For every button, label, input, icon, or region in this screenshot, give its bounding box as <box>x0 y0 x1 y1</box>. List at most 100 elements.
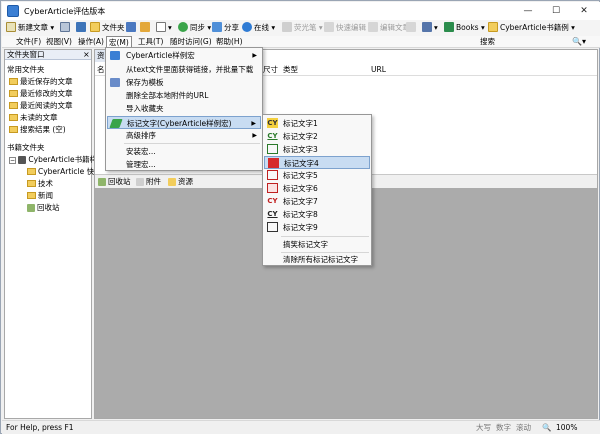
close-button[interactable]: ✕ <box>570 4 598 18</box>
new-article-button[interactable]: 新建文章 ▾ <box>6 21 54 35</box>
search-icon[interactable]: 🔍▾ <box>572 37 586 46</box>
menu-item-import-favorites[interactable]: 导入收藏夹 <box>107 102 261 115</box>
library-icon[interactable] <box>76 21 88 35</box>
search-label: 搜索 <box>480 37 495 46</box>
tree-item[interactable]: CyberArticle 快 <box>27 166 94 177</box>
list-item[interactable]: 最近保存的文章 <box>9 76 73 87</box>
menu-item-mark-8[interactable]: CY 标记文字8 <box>264 208 370 221</box>
page-icon[interactable] <box>406 21 418 35</box>
mark-9-icon <box>267 222 278 232</box>
toolbar: 新建文章 ▾ 文件夹 ▾ 同步 ▾ 分享 在线 ▾ 荧光笔 ▾ 快速编辑 编辑文… <box>2 20 600 36</box>
mark-8-icon: CY <box>267 210 278 218</box>
book-selector[interactable]: CyberArticle书籍例 ▾ <box>488 21 575 35</box>
mark-1-icon: CY <box>267 118 278 128</box>
list-item[interactable]: 搜索结果 (空) <box>9 124 66 135</box>
menu-bar: 文件(F) 视图(V) 操作(A) 宏(M) 工具(T) 随时访问(G) 帮助(… <box>2 36 600 48</box>
menu-item-mark-3[interactable]: 标记文字3 <box>264 143 370 156</box>
tools-icon[interactable]: ▾ <box>422 21 438 35</box>
menu-file[interactable]: 文件(F) <box>14 36 43 48</box>
tree-item[interactable]: 技术 <box>27 178 53 189</box>
list-item[interactable]: 最近阅读的文章 <box>9 100 73 111</box>
menu-item-funny-mark[interactable]: 搞笑标记文字 <box>264 238 370 251</box>
folder-icon <box>27 192 36 199</box>
tab-resources[interactable]: 资源 <box>165 176 196 188</box>
mark-6-icon <box>267 183 278 193</box>
edit-icon[interactable]: ▾ <box>156 21 172 35</box>
status-bar: For Help, press F1 大写 数字 滚动 🔍 100% <box>2 420 600 434</box>
menu-item-import-links[interactable]: 从text文件里面获得链接，并批量下载 <box>107 63 261 76</box>
mark-5-icon <box>267 170 278 180</box>
mark-4-icon <box>268 158 279 168</box>
col-type[interactable]: 类型 <box>283 64 298 76</box>
menu-item-delete-urls[interactable]: 删除全部本地附件的URL <box>107 89 261 102</box>
tree-item-recycle[interactable]: 回收站 <box>27 202 60 213</box>
menu-separator <box>281 236 369 237</box>
highlighter-icon <box>282 22 292 32</box>
folder-icon <box>9 114 18 121</box>
title-bar: CyberArticle评估版本 — ☐ ✕ <box>2 2 600 20</box>
menu-separator <box>124 143 260 144</box>
menu-item-mark-5[interactable]: 标记文字5 <box>264 169 370 182</box>
app-window: CyberArticle评估版本 — ☐ ✕ 新建文章 ▾ 文件夹 ▾ 同步 ▾… <box>0 0 600 434</box>
status-caps: 大写 <box>476 423 491 432</box>
sync-button[interactable]: 同步 ▾ <box>178 21 211 35</box>
col-name[interactable]: 名 <box>97 64 105 76</box>
book-folders-title: 书籍文件夹 <box>7 143 45 152</box>
mark-7-icon: CY <box>267 197 278 205</box>
menu-item-mark-6[interactable]: 标记文字6 <box>264 182 370 195</box>
mark-2-icon: CY <box>267 132 278 140</box>
menu-item-mark-2[interactable]: CY 标记文字2 <box>264 130 370 143</box>
share-button[interactable]: 分享 <box>212 21 239 35</box>
folder-pane: 文件夹窗口 × 常用文件夹 最近保存的文章 最近修改的文章 最近阅读的文章 未读… <box>4 49 97 419</box>
resource-icon <box>168 178 176 186</box>
sync-icon <box>178 22 188 32</box>
close-pane-icon[interactable]: × <box>83 50 90 60</box>
common-folders-title: 常用文件夹 <box>7 65 45 74</box>
maximize-button[interactable]: ☐ <box>542 4 570 18</box>
book-icon <box>18 156 27 164</box>
tree-root[interactable]: − CyberArticle书籍样 <box>9 154 97 165</box>
menu-action[interactable]: 操作(A) <box>76 36 106 48</box>
menu-item-save-template[interactable]: 保存为模板 <box>107 76 261 89</box>
col-url[interactable]: URL <box>371 64 386 76</box>
menu-item-clear-marks[interactable]: 清除所有标记标记文字 <box>264 253 370 266</box>
status-num: 数字 <box>496 423 511 432</box>
edit-article-icon <box>368 22 378 32</box>
menu-item-manage-macro[interactable]: 管理宏... <box>107 158 261 171</box>
share-icon <box>212 22 222 32</box>
zoom-icon[interactable]: 🔍 <box>542 421 551 434</box>
menu-item-sample-macro[interactable]: CyberArticle样例宏 ▶ <box>107 49 261 62</box>
col-size[interactable]: 尺寸 <box>263 64 278 76</box>
search-folder-icon <box>9 126 18 133</box>
highlighter-button[interactable]: 荧光笔 ▾ <box>282 21 323 35</box>
save-icon[interactable] <box>126 21 138 35</box>
menu-item-mark-1[interactable]: CY 标记文字1 <box>264 117 370 130</box>
status-zoom: 100% <box>556 423 578 432</box>
disk-icon[interactable] <box>60 21 72 35</box>
folder-icon <box>9 102 18 109</box>
pen-icon <box>109 119 123 128</box>
folder-icon <box>90 22 100 32</box>
minimize-button[interactable]: — <box>514 4 542 18</box>
menu-item-mark-9[interactable]: 标记文字9 <box>264 221 370 234</box>
recycle-bin-icon <box>27 204 35 212</box>
tab-attachments[interactable]: 附件 <box>133 176 164 188</box>
menu-item-mark-text[interactable]: 标记文字(CyberArticle样例宏) ▶ <box>107 116 261 129</box>
list-item[interactable]: 最近修改的文章 <box>9 88 73 99</box>
list-item[interactable]: 未读的文章 <box>9 112 58 123</box>
tree-item[interactable]: 新闻 <box>27 190 53 201</box>
submenu-arrow-icon: ▶ <box>252 132 257 139</box>
tab-recycle[interactable]: 回收站 <box>95 176 134 188</box>
online-button[interactable]: 在线 ▾ <box>242 21 275 35</box>
menu-item-advanced-sort[interactable]: 高级排序 ▶ <box>107 129 261 142</box>
books-button[interactable]: Books ▾ <box>444 21 485 35</box>
refresh-icon[interactable] <box>140 21 152 35</box>
recycle-bin-icon <box>98 178 106 186</box>
quick-edit-button[interactable]: 快速编辑 <box>324 21 366 35</box>
menu-item-mark-4[interactable]: 标记文字4 <box>264 156 370 169</box>
folder-button[interactable]: 文件夹 <box>90 21 125 35</box>
window-title: CyberArticle评估版本 <box>24 7 106 16</box>
menu-item-install-macro[interactable]: 安装宏... <box>107 145 261 158</box>
menu-view[interactable]: 视图(V) <box>44 36 74 48</box>
menu-item-mark-7[interactable]: CY 标记文字7 <box>264 195 370 208</box>
